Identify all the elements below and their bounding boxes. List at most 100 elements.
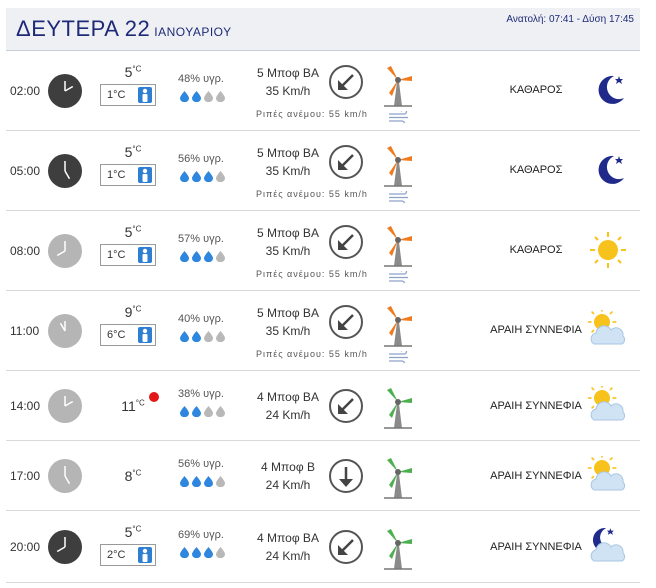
humidity-drop-icon bbox=[192, 545, 201, 559]
clock-icon bbox=[48, 314, 82, 348]
forecast-row: 17:00 8°C 56% υγρ. 4 Μποφ Β 24 Km/h ΑΡΑΙΗ ΣΥ… bbox=[6, 442, 640, 511]
humidity-drop-icon bbox=[204, 249, 213, 263]
humidity-drop-icon bbox=[180, 474, 189, 488]
wind-beaufort: 5 Μποφ ΒΑ bbox=[257, 66, 319, 80]
wind-turbine-icon bbox=[378, 523, 418, 571]
wind-info: 5 Μποφ ΒΑ 35 Km/h bbox=[246, 64, 330, 100]
wind-gust-label: Ριπές ανέμου: 55 km/h bbox=[256, 349, 368, 359]
wind-turbine-icon bbox=[378, 452, 418, 500]
wind-speed: 24 Km/h bbox=[265, 408, 311, 422]
sun-icon bbox=[588, 230, 628, 270]
wind-speed: 35 Km/h bbox=[265, 244, 311, 258]
time-label: 08:00 bbox=[10, 244, 41, 258]
temperature: 11°C bbox=[121, 398, 145, 414]
wind-gust-label: Ριπές ανέμου: 55 km/h bbox=[256, 109, 368, 119]
wind-gust-label: Ριπές ανέμου: 55 km/h bbox=[256, 189, 368, 199]
temperature: 5°C bbox=[124, 524, 142, 540]
clock-icon bbox=[48, 234, 82, 268]
wind-gust-icon bbox=[388, 188, 412, 207]
humidity-drops bbox=[180, 404, 225, 418]
humidity-drop-icon bbox=[216, 89, 225, 103]
humidity-drop-icon bbox=[216, 545, 225, 559]
time-label: 02:00 bbox=[10, 84, 41, 98]
moon-icon bbox=[588, 70, 628, 110]
feels-like-box: 1°C bbox=[100, 244, 156, 266]
sun-cloud-icon bbox=[587, 453, 628, 496]
wind-speed: 35 Km/h bbox=[265, 84, 311, 98]
clock-icon bbox=[48, 459, 82, 493]
feels-like-box: 1°C bbox=[100, 84, 156, 106]
sun-cloud-icon bbox=[587, 383, 628, 426]
wind-info: 4 Μποφ ΒΑ 24 Km/h bbox=[246, 388, 330, 424]
humidity-label: 56% υγρ. bbox=[178, 458, 224, 470]
feels-like-box: 6°C bbox=[100, 324, 156, 346]
humidity-drop-icon bbox=[180, 169, 189, 183]
feels-like-value: 1°C bbox=[107, 169, 126, 181]
wind-gust-label: Ριπές ανέμου: 55 km/h bbox=[256, 269, 368, 279]
month-label: ΙΑΝΟΥΑΡΙΟΥ bbox=[154, 25, 232, 39]
forecast-row: 20:00 5°C 2°C 69% υγρ. 4 Μποφ ΒΑ 24 Km/h ΑΡΑΙ… bbox=[6, 512, 640, 583]
time-label: 05:00 bbox=[10, 164, 41, 178]
wind-speed: 35 Km/h bbox=[265, 324, 311, 338]
arrow-south-icon bbox=[328, 458, 364, 494]
person-icon bbox=[138, 547, 152, 563]
humidity-drops bbox=[180, 545, 225, 559]
wind-beaufort: 4 Μποφ Β bbox=[261, 460, 315, 474]
wind-info: 5 Μποφ ΒΑ 35 Km/h bbox=[246, 144, 330, 180]
time-label: 14:00 bbox=[10, 399, 41, 413]
humidity-drop-icon bbox=[192, 404, 201, 418]
forecast-row: 02:00 5°C 1°C 48% υγρ. 5 Μποφ ΒΑ 35 Km/h Ριπές… bbox=[6, 52, 640, 131]
wind-beaufort: 4 Μποφ ΒΑ bbox=[257, 390, 319, 404]
humidity-drop-icon bbox=[216, 474, 225, 488]
humidity-drops bbox=[180, 89, 225, 103]
wind-turbine-icon bbox=[378, 140, 418, 188]
forecast-row: 11:00 9°C 6°C 40% υγρ. 5 Μποφ ΒΑ 35 Km/h Ριπές… bbox=[6, 292, 640, 371]
wind-speed: 24 Km/h bbox=[265, 478, 311, 492]
wind-speed: 24 Km/h bbox=[265, 549, 311, 563]
humidity-drop-icon bbox=[180, 329, 189, 343]
moon-icon bbox=[588, 150, 628, 190]
humidity-drops bbox=[180, 169, 225, 183]
humidity-drop-icon bbox=[180, 249, 189, 263]
wind-info: 5 Μποφ ΒΑ 35 Km/h bbox=[246, 304, 330, 340]
wind-speed: 35 Km/h bbox=[265, 164, 311, 178]
wind-info: 4 Μποφ ΒΑ 24 Km/h bbox=[246, 529, 330, 565]
wind-beaufort: 5 Μποφ ΒΑ bbox=[257, 146, 319, 160]
temperature: 5°C bbox=[124, 224, 142, 240]
clock-icon bbox=[48, 530, 82, 564]
wind-turbine-icon bbox=[378, 220, 418, 268]
humidity-drop-icon bbox=[180, 404, 189, 418]
feels-like-box: 1°C bbox=[100, 164, 156, 186]
arrow-southwest-icon bbox=[328, 304, 364, 340]
temperature: 9°C bbox=[124, 304, 142, 320]
humidity-drop-icon bbox=[204, 329, 213, 343]
wind-gust-icon bbox=[388, 268, 412, 287]
forecast-row: 05:00 5°C 1°C 56% υγρ. 5 Μποφ ΒΑ 35 Km/h Ριπές… bbox=[6, 132, 640, 211]
date-header: ΔΕΥΤΕΡΑ 22 ΙΑΝΟΥΑΡΙΟΥ Ανατολή: 07:41 - Δύ… bbox=[6, 8, 640, 51]
temperature: 8°C bbox=[124, 468, 142, 484]
humidity-drop-icon bbox=[180, 89, 189, 103]
temperature: 5°C bbox=[124, 64, 142, 80]
arrow-southwest-icon bbox=[328, 388, 364, 424]
humidity-drop-icon bbox=[204, 169, 213, 183]
humidity-drop-icon bbox=[216, 249, 225, 263]
wind-turbine-icon bbox=[378, 60, 418, 108]
arrow-southwest-icon bbox=[328, 144, 364, 180]
sunrise-sunset: Ανατολή: 07:41 - Δύση 17:45 bbox=[506, 14, 634, 25]
feels-like-box: 2°C bbox=[100, 544, 156, 566]
humidity-label: 57% υγρ. bbox=[178, 233, 224, 245]
humidity-drops bbox=[180, 474, 225, 488]
day-label: ΔΕΥΤΕΡΑ 22 bbox=[16, 16, 151, 41]
person-icon bbox=[138, 247, 152, 263]
person-icon bbox=[138, 167, 152, 183]
wind-gust-icon bbox=[388, 348, 412, 367]
feels-like-value: 1°C bbox=[107, 89, 126, 101]
humidity-label: 69% υγρ. bbox=[178, 529, 224, 541]
time-label: 20:00 bbox=[10, 540, 41, 554]
wind-gust-icon bbox=[388, 108, 412, 127]
clock-icon bbox=[48, 74, 82, 108]
forecast-row: 08:00 5°C 1°C 57% υγρ. 5 Μποφ ΒΑ 35 Km/h Ριπές… bbox=[6, 212, 640, 291]
humidity-drop-icon bbox=[204, 545, 213, 559]
wind-turbine-icon bbox=[378, 382, 418, 430]
humidity-drop-icon bbox=[192, 249, 201, 263]
